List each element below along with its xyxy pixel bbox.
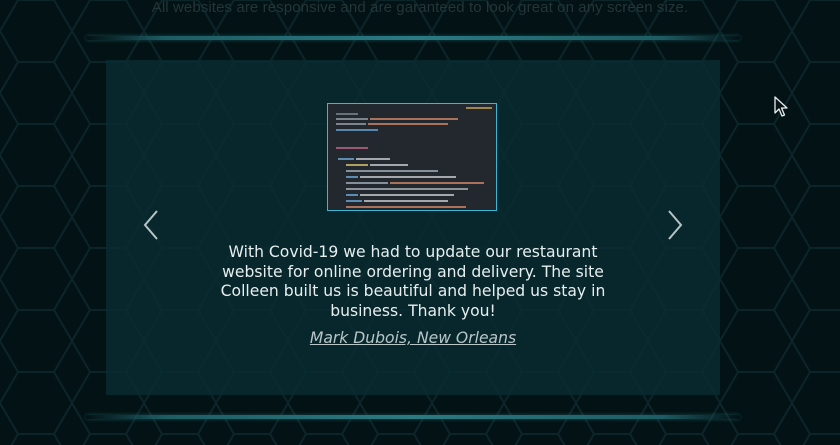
bottom-divider <box>86 415 740 419</box>
code-screenshot-image <box>327 103 497 211</box>
top-divider <box>86 36 740 40</box>
testimonial-author-link[interactable]: Mark Dubois, New Orleans <box>106 329 720 347</box>
chevron-left-icon <box>143 210 158 240</box>
testimonial-carousel: With Covid-19 we had to update our resta… <box>106 60 720 395</box>
testimonial-quote: With Covid-19 we had to update our resta… <box>220 243 606 320</box>
carousel-prev-button[interactable] <box>142 208 162 242</box>
carousel-next-button[interactable] <box>664 208 684 242</box>
chevron-right-icon <box>668 210 683 240</box>
intro-text: All websites are responsive and are gara… <box>151 0 689 16</box>
mouse-cursor-icon <box>774 96 788 117</box>
